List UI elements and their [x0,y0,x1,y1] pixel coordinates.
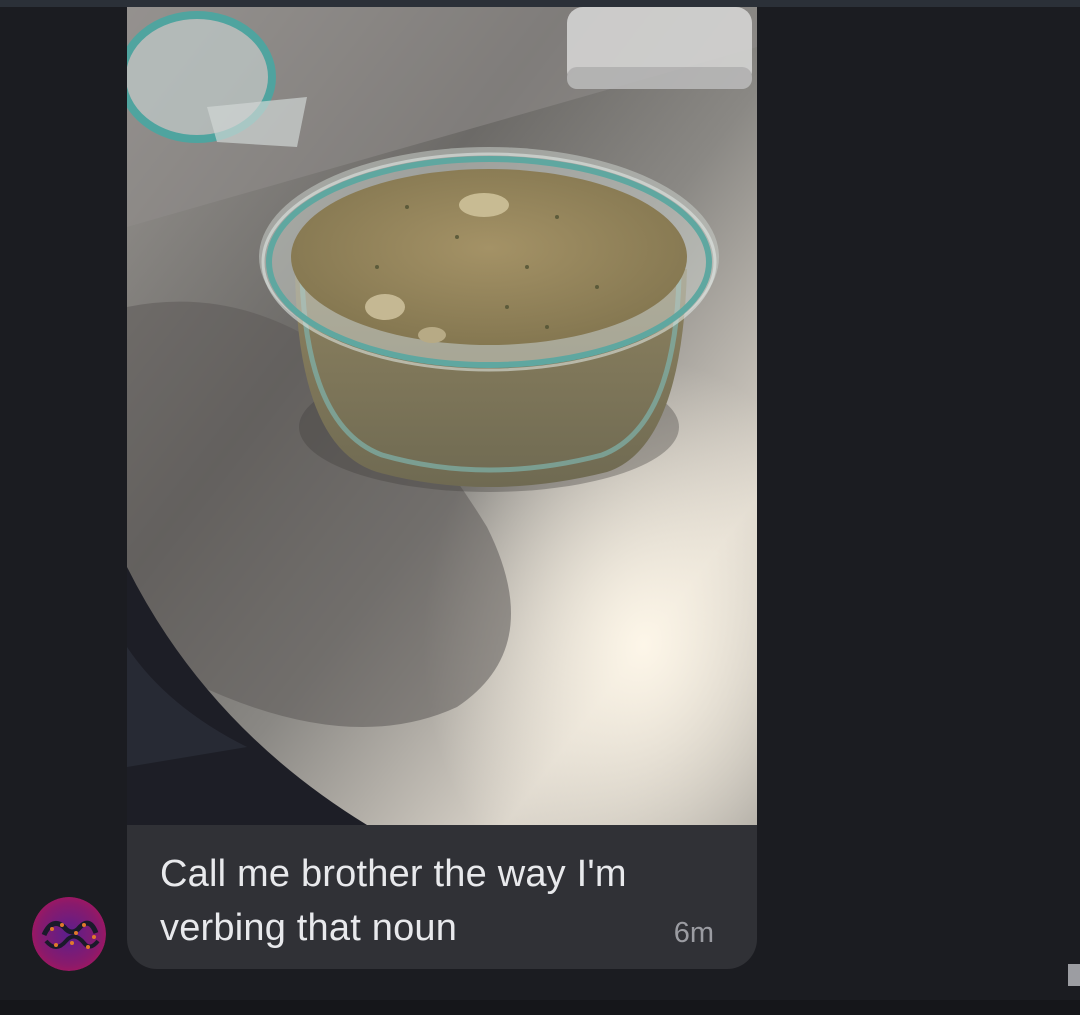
message-photo[interactable] [127,7,757,825]
top-bar [0,0,1080,7]
message-bubble: Call me brother the way I'm verbing that… [127,825,757,969]
message-timestamp: 6m [673,917,714,949]
fractal-avatar-icon[interactable] [32,897,106,971]
scroll-indicator[interactable] [1068,964,1080,986]
message-text: Call me brother the way I'm verbing that… [160,853,627,949]
bottom-bar [0,1000,1080,1015]
chat-message[interactable]: Call me brother the way I'm verbing that… [127,7,757,969]
